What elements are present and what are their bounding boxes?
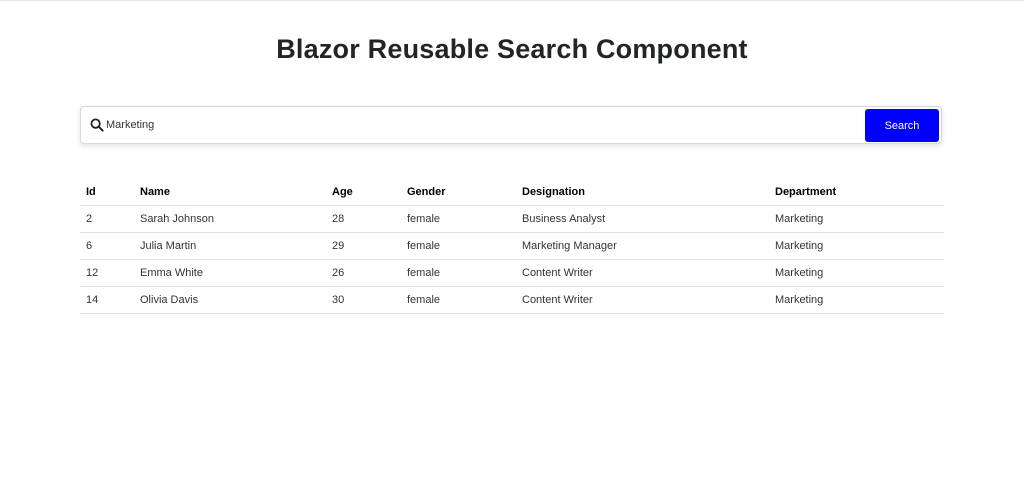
- cell-designation: Business Analyst: [516, 205, 769, 233]
- table-body: 2 Sarah Johnson 28 female Business Analy…: [80, 205, 944, 314]
- table-row: 2 Sarah Johnson 28 female Business Analy…: [80, 205, 944, 233]
- search-button[interactable]: Search: [865, 109, 939, 142]
- table-row: 6 Julia Martin 29 female Marketing Manag…: [80, 232, 944, 260]
- cell-department: Marketing: [769, 286, 944, 314]
- column-header-designation: Designation: [516, 178, 769, 206]
- cell-name: Emma White: [134, 259, 326, 287]
- column-header-department: Department: [769, 178, 944, 206]
- results-table: Id Name Age Gender Designation Departmen…: [80, 178, 944, 314]
- cell-gender: female: [401, 232, 516, 260]
- cell-department: Marketing: [769, 232, 944, 260]
- cell-department: Marketing: [769, 259, 944, 287]
- cell-id: 6: [80, 232, 134, 260]
- cell-id: 2: [80, 205, 134, 233]
- search-input[interactable]: [106, 113, 856, 137]
- cell-gender: female: [401, 286, 516, 314]
- cell-gender: female: [401, 205, 516, 233]
- cell-designation: Content Writer: [516, 259, 769, 287]
- cell-name: Olivia Davis: [134, 286, 326, 314]
- cell-age: 29: [326, 232, 401, 260]
- cell-department: Marketing: [769, 205, 944, 233]
- column-header-name: Name: [134, 178, 326, 206]
- column-header-age: Age: [326, 178, 401, 206]
- top-divider: [0, 0, 1024, 1]
- cell-id: 12: [80, 259, 134, 287]
- cell-gender: female: [401, 259, 516, 287]
- search-bar: Search: [80, 106, 942, 144]
- cell-designation: Marketing Manager: [516, 232, 769, 260]
- page-title: Blazor Reusable Search Component: [276, 34, 748, 64]
- column-header-id: Id: [80, 178, 134, 206]
- table-row: 14 Olivia Davis 30 female Content Writer…: [80, 286, 944, 314]
- cell-id: 14: [80, 286, 134, 314]
- page: Blazor Reusable Search Component Search …: [0, 0, 1024, 486]
- column-header-gender: Gender: [401, 178, 516, 206]
- table-header: Id Name Age Gender Designation Departmen…: [80, 178, 944, 206]
- cell-age: 26: [326, 259, 401, 287]
- cell-name: Julia Martin: [134, 232, 326, 260]
- cell-name: Sarah Johnson: [134, 205, 326, 233]
- search-icon: [90, 118, 104, 132]
- header-row: Id Name Age Gender Designation Departmen…: [80, 178, 944, 206]
- cell-age: 30: [326, 286, 401, 314]
- cell-age: 28: [326, 205, 401, 233]
- cell-designation: Content Writer: [516, 286, 769, 314]
- table-row: 12 Emma White 26 female Content Writer M…: [80, 259, 944, 287]
